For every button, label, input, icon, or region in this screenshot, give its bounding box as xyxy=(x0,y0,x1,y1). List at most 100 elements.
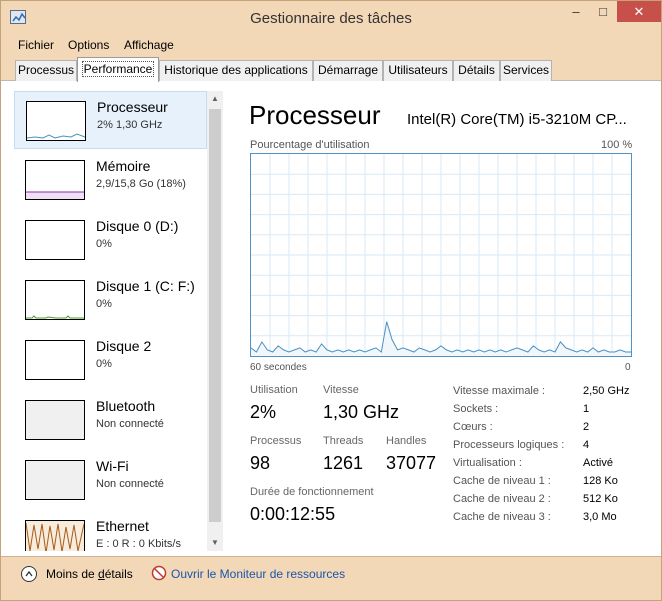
processus-value: 98 xyxy=(250,453,271,473)
disk-thumbnail xyxy=(25,280,85,320)
scroll-thumb[interactable] xyxy=(209,109,221,522)
tab-utilisateurs[interactable]: Utilisateurs xyxy=(383,60,453,81)
spec-label: Processeurs logiques : xyxy=(453,439,565,451)
tab-historique[interactable]: Historique des applications xyxy=(159,60,313,81)
resource-list: Processeur 2% 1,30 GHz Mémoire 2,9/15,8 … xyxy=(14,91,207,551)
spec-label: Virtualisation : xyxy=(453,457,522,469)
tab-services[interactable]: Services xyxy=(500,60,552,81)
menu-fichier[interactable]: Fichier xyxy=(18,38,54,52)
cpu-thumbnail xyxy=(26,101,86,141)
menu-options[interactable]: Options xyxy=(68,38,109,52)
uptime-label: Durée de fonctionnement xyxy=(250,486,374,498)
ethernet-thumbnail xyxy=(25,520,85,551)
resource-item-bluetooth[interactable]: Bluetooth Non connecté xyxy=(14,391,207,449)
task-manager-window: Gestionnaire des tâches – □ ✕ Fichier Op… xyxy=(0,0,662,601)
resource-item-disque-2[interactable]: Disque 2 0% xyxy=(14,331,207,389)
wifi-thumbnail xyxy=(25,460,85,500)
open-resource-monitor-link[interactable]: Ouvrir le Moniteur de ressources xyxy=(171,567,345,581)
bluetooth-thumbnail xyxy=(25,400,85,440)
handles-label: Handles xyxy=(386,435,427,447)
fewer-details-accel: d xyxy=(98,567,105,581)
resource-title: Mémoire xyxy=(96,158,151,174)
vitesse-value: 1,30 GHz xyxy=(323,402,400,422)
window-title: Gestionnaire des tâches xyxy=(250,10,412,27)
chevron-up-icon[interactable] xyxy=(21,566,37,582)
footer-bar: Moins de détails Ouvrir le Moniteur de r… xyxy=(1,556,661,600)
graph-label: Pourcentage d'utilisation xyxy=(250,139,370,151)
disk-thumbnail xyxy=(25,220,85,260)
resource-title: Processeur xyxy=(97,99,168,115)
resource-item-wifi[interactable]: Wi-Fi Non connecté xyxy=(14,451,207,509)
scroll-down-icon[interactable]: ▼ xyxy=(207,535,223,551)
spec-label: Cache de niveau 3 : xyxy=(453,511,551,523)
spec-label: Cœurs : xyxy=(453,421,493,433)
cpu-usage-graph xyxy=(250,153,632,357)
resource-subtitle: 0% xyxy=(96,298,112,310)
cpu-detail-panel: Processeur Intel(R) Core(TM) i5-3210M CP… xyxy=(231,81,661,556)
disk-thumbnail xyxy=(25,340,85,380)
utilisation-label: Utilisation xyxy=(250,384,298,396)
cpu-model-name: Intel(R) Core(TM) i5-3210M CP... xyxy=(407,111,627,128)
resource-monitor-icon[interactable] xyxy=(151,565,167,581)
resource-title: Ethernet xyxy=(96,518,149,534)
resource-subtitle: Non connecté xyxy=(96,478,164,490)
tab-performance[interactable]: Performance xyxy=(77,57,159,82)
tab-label: Processus xyxy=(17,63,75,77)
sidebar-scrollbar[interactable]: ▲ ▼ xyxy=(207,91,223,551)
tab-label: Utilisateurs xyxy=(388,63,448,77)
fewer-details-button[interactable]: Moins de détails xyxy=(46,567,133,581)
spec-value: 512 Ko xyxy=(583,493,618,505)
spec-label: Cache de niveau 1 : xyxy=(453,475,551,487)
spec-value: 1 xyxy=(583,403,590,415)
spec-value: 2,50 GHz xyxy=(583,385,630,397)
resource-item-ethernet[interactable]: Ethernet E : 0 R : 0 Kbits/s xyxy=(14,511,207,551)
graph-time-label: 60 secondes xyxy=(250,362,307,373)
spec-value: 3,0 Mo xyxy=(583,511,617,523)
threads-value: 1261 xyxy=(323,453,364,473)
performance-content: Processeur 2% 1,30 GHz Mémoire 2,9/15,8 … xyxy=(1,81,661,556)
spec-value: 4 xyxy=(583,439,590,451)
resource-subtitle: 0% xyxy=(96,238,112,250)
handles-value: 37077 xyxy=(386,453,437,473)
page-title: Processeur xyxy=(249,100,381,130)
resource-subtitle: E : 0 R : 0 Kbits/s xyxy=(96,538,181,550)
resource-title: Bluetooth xyxy=(96,398,156,414)
resource-item-memoire[interactable]: Mémoire 2,9/15,8 Go (18%) xyxy=(14,151,207,209)
menu-bar: Fichier Options Affichage xyxy=(1,35,661,55)
spec-value: 2 xyxy=(583,421,590,433)
resource-subtitle: 2,9/15,8 Go (18%) xyxy=(96,178,186,190)
title-bar[interactable]: Gestionnaire des tâches – □ ✕ xyxy=(1,1,661,35)
resource-item-disque-1[interactable]: Disque 1 (C: F:) 0% xyxy=(14,271,207,329)
close-button[interactable]: ✕ xyxy=(617,1,661,22)
resource-title: Wi-Fi xyxy=(96,458,129,474)
graph-zero-label: 0 xyxy=(625,362,631,373)
scroll-up-icon[interactable]: ▲ xyxy=(207,91,223,107)
tab-details[interactable]: Détails xyxy=(453,60,500,81)
graph-max-label: 100 % xyxy=(601,139,633,151)
resource-subtitle: Non connecté xyxy=(96,418,164,430)
spec-label: Sockets : xyxy=(453,403,499,415)
tab-processus[interactable]: Processus xyxy=(15,60,77,81)
resource-item-processeur[interactable]: Processeur 2% 1,30 GHz xyxy=(14,91,207,149)
tab-bar: Processus Performance Historique des app… xyxy=(1,55,661,82)
resource-title: Disque 0 (D:) xyxy=(96,218,179,234)
minimize-button[interactable]: – xyxy=(563,1,589,22)
processus-label: Processus xyxy=(250,435,302,447)
spec-value: Activé xyxy=(583,457,613,469)
resource-title: Disque 1 (C: F:) xyxy=(96,278,195,294)
cpu-usage-svg xyxy=(250,154,631,356)
tab-label: Services xyxy=(502,63,549,77)
spec-label: Vitesse maximale : xyxy=(453,385,546,397)
tab-label: Performance xyxy=(81,61,155,77)
fewer-details-suffix: étails xyxy=(104,567,133,581)
tab-label: Démarrage xyxy=(317,63,379,77)
resource-subtitle: 0% xyxy=(96,358,112,370)
resource-item-disque-0[interactable]: Disque 0 (D:) 0% xyxy=(14,211,207,269)
menu-affichage[interactable]: Affichage xyxy=(124,38,174,52)
spec-value: 128 Ko xyxy=(583,475,618,487)
tab-label: Historique des applications xyxy=(164,63,308,77)
maximize-button[interactable]: □ xyxy=(590,1,616,22)
tab-demarrage[interactable]: Démarrage xyxy=(313,60,383,81)
uptime-value: 0:00:12:55 xyxy=(250,504,336,524)
memory-thumbnail xyxy=(25,160,85,200)
